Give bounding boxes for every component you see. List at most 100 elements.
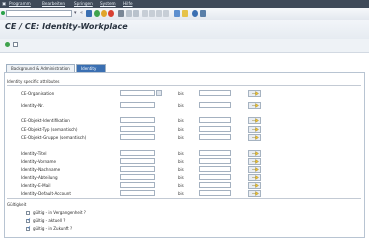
application-toolbar: [0, 39, 369, 53]
multiple-selection-button[interactable]: [248, 89, 261, 97]
find-next-icon[interactable]: [133, 10, 139, 17]
multiple-selection-icon: [252, 175, 259, 180]
tab-background-administration[interactable]: Background & Administration: [6, 64, 75, 72]
bis-label: bis: [178, 182, 184, 188]
bis-label: bis: [178, 190, 184, 196]
ce-objekt-gruppe-to-input[interactable]: [199, 134, 231, 140]
label-ce-objekt-identifikation: CE-Objekt-Identifikation: [21, 117, 70, 123]
ce-objekt-identifikation-to-input[interactable]: [199, 117, 231, 123]
ok-icon[interactable]: [1, 11, 5, 15]
first-page-icon[interactable]: [142, 10, 148, 17]
identity-abteilung-from-input[interactable]: [120, 174, 155, 180]
group-divider: [7, 198, 361, 199]
exit-icon[interactable]: [101, 10, 107, 17]
identity-vorname-to-input[interactable]: [199, 158, 231, 164]
command-expand-icon[interactable]: «: [80, 10, 83, 16]
value-help-icon[interactable]: [156, 90, 162, 96]
label-identity-titel: Identity-Titel: [21, 150, 47, 156]
multiple-selection-button[interactable]: [248, 189, 261, 197]
multiple-selection-button[interactable]: [248, 101, 261, 109]
multiple-selection-button[interactable]: [248, 165, 261, 173]
bis-label: bis: [178, 126, 184, 132]
multiple-selection-icon: [252, 151, 259, 156]
identity-nr-from-input[interactable]: [120, 102, 155, 108]
multiple-selection-button[interactable]: [248, 149, 261, 157]
menu-springen[interactable]: Springen: [74, 1, 93, 6]
identity-nachname-to-input[interactable]: [199, 166, 231, 172]
multiple-selection-icon: [252, 103, 259, 108]
label-ce-organisation: CE-Organisation: [21, 90, 55, 96]
identity-email-from-input[interactable]: [120, 182, 155, 188]
shortcut-icon[interactable]: [182, 10, 188, 17]
menu-programm[interactable]: Programm: [9, 1, 31, 6]
ce-objekt-typ-to-input[interactable]: [199, 126, 231, 132]
bis-label: bis: [178, 90, 184, 96]
new-session-icon[interactable]: [174, 10, 180, 17]
ce-objekt-gruppe-from-input[interactable]: [120, 134, 155, 140]
ce-organisation-to-input[interactable]: [199, 90, 231, 96]
multiple-selection-button[interactable]: [248, 116, 261, 124]
multiple-selection-button[interactable]: [248, 173, 261, 181]
label-identity-email: Identity-E-Mail: [21, 182, 51, 188]
bis-label: bis: [178, 102, 184, 108]
ce-objekt-typ-from-input[interactable]: [120, 126, 155, 132]
next-page-icon[interactable]: [156, 10, 162, 17]
label-ce-objekt-typ: CE-Objekt-Typ (semantisch): [21, 126, 78, 132]
identity-titel-to-input[interactable]: [199, 150, 231, 156]
command-field[interactable]: [6, 10, 72, 17]
identity-email-to-input[interactable]: [199, 182, 231, 188]
help-icon[interactable]: [192, 10, 198, 17]
checkbox-valid-future[interactable]: ✓: [26, 225, 32, 231]
cancel-icon[interactable]: [108, 10, 114, 17]
identity-default-account-to-input[interactable]: [199, 190, 231, 196]
group-title-validity: Gültigkeit: [7, 202, 27, 207]
multiple-selection-button[interactable]: [248, 133, 261, 141]
previous-page-icon[interactable]: [149, 10, 155, 17]
label-identity-nachname: Identity-Nachname: [21, 166, 61, 172]
checkbox-label-valid-past: gültig - in Vergangenheit ?: [33, 210, 86, 215]
multiple-selection-button[interactable]: [248, 125, 261, 133]
identity-titel-from-input[interactable]: [120, 150, 155, 156]
identity-nachname-from-input[interactable]: [120, 166, 155, 172]
checkbox-label-valid-current: gültig - aktuell ?: [33, 218, 66, 223]
checkmark-icon: ✓: [27, 217, 32, 223]
checkbox-label-valid-future: gültig - in Zukunft ?: [33, 226, 73, 231]
bis-label: bis: [178, 134, 184, 140]
checkbox-valid-current[interactable]: ✓: [26, 217, 32, 223]
multiple-selection-icon: [252, 135, 259, 140]
identity-vorname-from-input[interactable]: [120, 158, 155, 164]
menu-system[interactable]: System: [100, 1, 116, 6]
menu-hilfe[interactable]: Hilfe: [123, 1, 133, 6]
page-title: CE / CE: Identity-Workplace: [5, 22, 128, 31]
tab-identity[interactable]: Identity: [76, 64, 106, 72]
group-divider: [7, 85, 361, 86]
back-icon[interactable]: [94, 10, 100, 17]
last-page-icon[interactable]: [163, 10, 169, 17]
history-dropdown-icon[interactable]: ▾: [74, 10, 77, 16]
multiple-selection-button[interactable]: [248, 181, 261, 189]
checkbox-valid-past[interactable]: [26, 211, 30, 215]
find-icon[interactable]: [126, 10, 132, 17]
label-identity-abteilung: Identity-Abteilung: [21, 174, 58, 180]
identity-nr-to-input[interactable]: [199, 102, 231, 108]
checkmark-icon: ✓: [27, 225, 32, 231]
multiple-selection-icon: [252, 167, 259, 172]
layout-menu-icon[interactable]: [200, 10, 206, 17]
ce-objekt-identifikation-from-input[interactable]: [120, 117, 155, 123]
ce-organisation-from-input[interactable]: [120, 90, 155, 96]
multiple-selection-icon: [252, 127, 259, 132]
save-icon[interactable]: [86, 10, 92, 17]
multiple-selection-button[interactable]: [248, 157, 261, 165]
identity-default-account-from-input[interactable]: [120, 190, 155, 196]
multiple-selection-icon: [252, 91, 259, 96]
bis-label: bis: [178, 117, 184, 123]
label-ce-objekt-gruppe: CE-Objekt-Gruppe (semantisch): [21, 134, 87, 140]
multiple-selection-icon: [252, 183, 259, 188]
bis-label: bis: [178, 150, 184, 156]
sap-logo-icon[interactable]: ▣: [2, 1, 6, 6]
variant-icon[interactable]: [13, 42, 18, 47]
execute-icon[interactable]: [5, 42, 10, 47]
menu-bearbeiten[interactable]: Bearbeiten: [42, 1, 65, 6]
identity-abteilung-to-input[interactable]: [199, 174, 231, 180]
print-icon[interactable]: [118, 10, 124, 17]
